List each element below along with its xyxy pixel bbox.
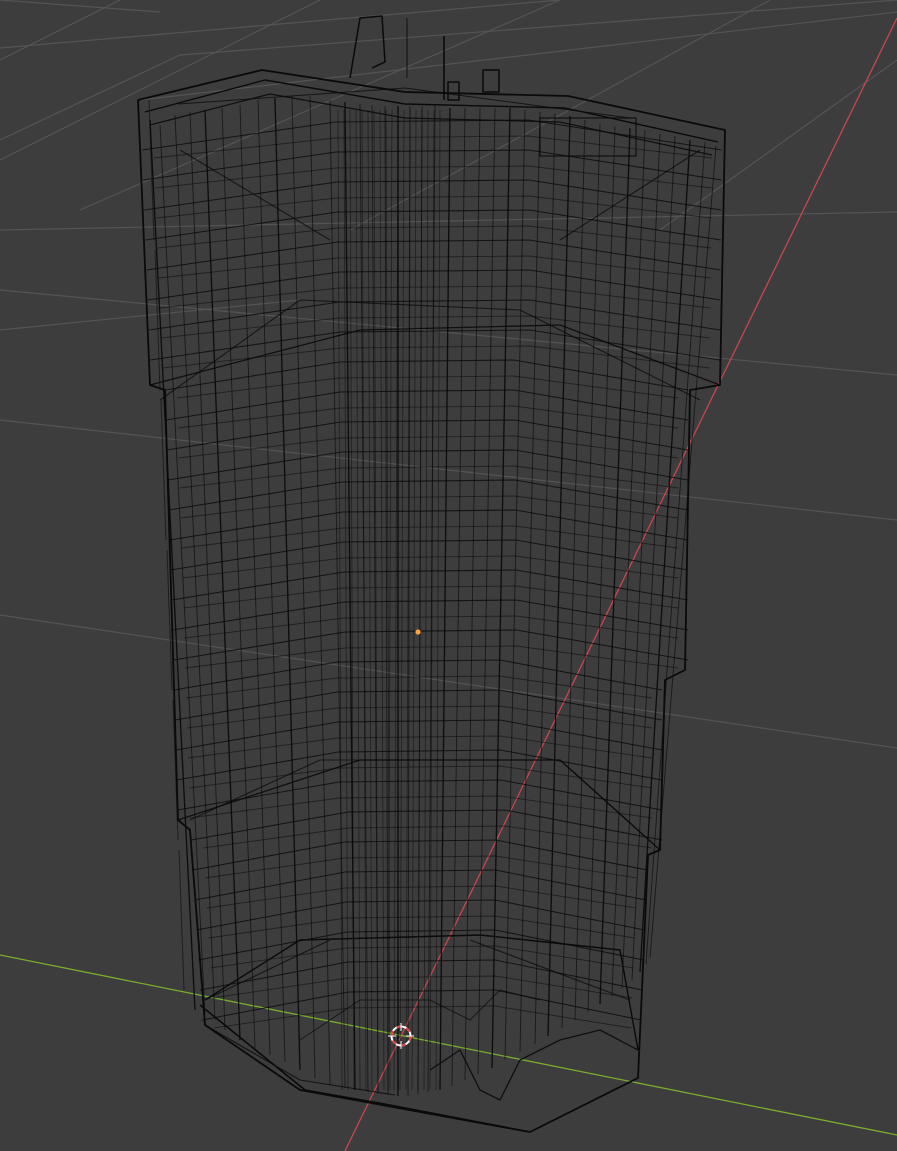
floor-band <box>174 659 663 691</box>
floor-band <box>143 149 722 181</box>
wire-edge <box>148 99 155 241</box>
floor-band-inner <box>208 915 635 939</box>
wire-edge <box>574 123 601 1021</box>
floor-band-inner <box>181 525 679 549</box>
wire-edge <box>427 105 436 1093</box>
roof-vent <box>447 81 460 101</box>
grid-line <box>659 59 897 231</box>
grid-line <box>0 0 121 61</box>
wire-edge <box>221 107 256 1049</box>
floor-band <box>150 329 720 361</box>
wire-outline <box>149 324 721 386</box>
wire-outline <box>199 1004 531 1133</box>
floor-band-inner <box>186 675 653 699</box>
floor-band-inner <box>159 285 711 309</box>
wireframe-building-mesh[interactable] <box>137 15 726 1133</box>
wire-outline <box>149 93 713 156</box>
floor-band-inner <box>182 555 679 579</box>
floor-band <box>168 479 689 511</box>
floor-band <box>170 539 689 571</box>
wire-edge <box>491 107 511 1069</box>
wire-edge <box>559 149 701 241</box>
floor-band <box>167 449 689 481</box>
wire-outline <box>144 79 719 143</box>
floor-band-inner <box>183 585 679 609</box>
floor-band-inner <box>179 465 679 489</box>
wire-edge <box>337 109 343 1091</box>
wire-edge <box>439 107 451 1091</box>
grid-line <box>0 419 897 521</box>
floor-band-inner <box>206 885 637 909</box>
grid-line <box>0 0 561 49</box>
wire-edge <box>464 107 481 1081</box>
wire-edge <box>649 145 717 959</box>
wire-edge <box>645 141 706 965</box>
wire-edge <box>159 124 206 1016</box>
wire-edge <box>534 113 556 1045</box>
floor-band <box>141 119 722 151</box>
floor-band <box>173 629 689 661</box>
floor-grid <box>0 0 897 749</box>
grid-line <box>0 54 181 141</box>
floor-band <box>171 569 689 601</box>
y-axis-line <box>0 954 897 1136</box>
floor-band-inner <box>213 1005 632 1029</box>
floor-band-inner <box>158 255 711 279</box>
grid-line <box>179 0 897 56</box>
floor-band-inner <box>189 795 653 819</box>
grid-line <box>0 0 161 13</box>
wire-edge <box>189 759 321 821</box>
floor-band <box>174 689 663 721</box>
grid-line <box>349 0 771 231</box>
floor-band <box>149 299 721 331</box>
wire-edge <box>519 309 701 401</box>
wire-edge <box>451 107 466 1087</box>
wire-edge <box>477 107 496 1075</box>
floor-band <box>191 809 663 841</box>
floor-band <box>177 779 663 811</box>
wire-edge <box>355 109 361 1091</box>
wire-edge <box>519 111 541 1053</box>
floor-band-inner <box>204 855 638 879</box>
floor-band-inner <box>178 435 679 459</box>
wire-edge <box>274 97 301 1071</box>
grid-line <box>0 0 321 161</box>
floor-band-inner <box>177 375 679 399</box>
wire-edge <box>504 109 526 1061</box>
floor-band-inner <box>153 135 712 159</box>
floor-band <box>169 509 689 541</box>
wire-edge <box>621 133 661 989</box>
floor-band-inner <box>212 975 633 999</box>
wire-edge <box>599 127 631 1005</box>
wire-edge <box>367 109 373 1091</box>
roof-vent <box>482 69 500 93</box>
wire-edge <box>149 119 196 1011</box>
wire-edge <box>239 104 271 1056</box>
floor-band-inner <box>203 825 653 849</box>
object-origin-dot[interactable] <box>415 629 421 635</box>
viewport-canvas[interactable] <box>0 0 897 1151</box>
wire-edge <box>561 119 586 1029</box>
grid-line <box>139 11 897 101</box>
wire-edge <box>361 109 367 1091</box>
grid-line <box>0 614 897 749</box>
3d-viewport[interactable] <box>0 0 897 1151</box>
wire-outline <box>349 15 386 79</box>
wire-edge <box>387 109 393 1091</box>
floor-band-inner <box>161 315 711 339</box>
floor-band-inner <box>188 765 653 789</box>
wire-edge <box>291 95 316 1079</box>
wire-edge <box>204 939 331 1001</box>
wire-edge <box>379 109 385 1091</box>
wire-edge <box>178 849 185 991</box>
floor-band <box>166 419 689 451</box>
floor-band-inner <box>177 405 679 429</box>
wire-outline <box>429 1029 639 1101</box>
